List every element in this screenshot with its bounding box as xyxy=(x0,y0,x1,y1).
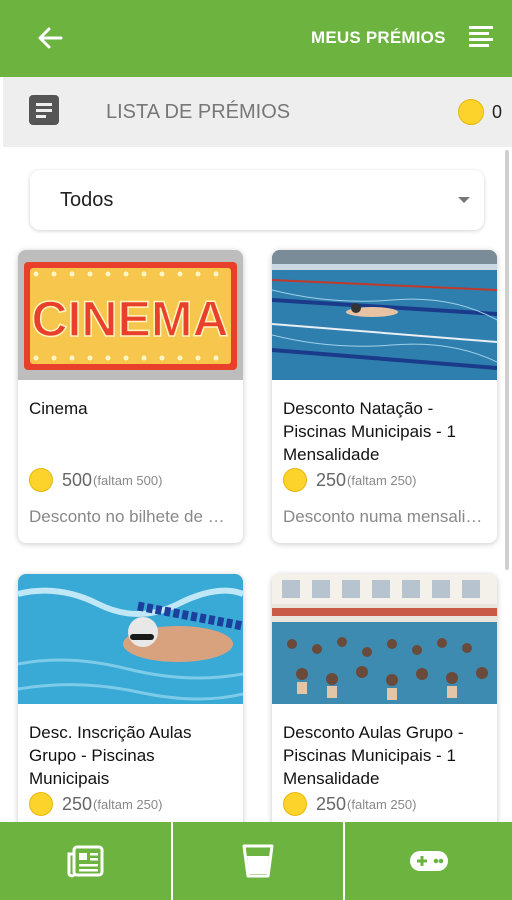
coin-balance: 0 xyxy=(492,102,503,122)
points-missing: (faltam 250) xyxy=(347,472,417,488)
nav-games[interactable] xyxy=(345,822,512,900)
prize-name: Desconto Natação - Piscinas Municipais -… xyxy=(283,399,456,464)
prize-price: 250 (faltam 250) xyxy=(283,792,416,816)
prize-image-cinema: CINEMA xyxy=(18,250,243,380)
coin-icon xyxy=(283,792,307,816)
coin-icon xyxy=(29,792,53,816)
prize-card[interactable]: Desc. Inscrição Aulas Grupo - Piscinas M… xyxy=(18,574,243,822)
prize-price: 500 (faltam 500) xyxy=(29,468,162,492)
nav-cup[interactable] xyxy=(173,822,343,900)
points-missing: (faltam 250) xyxy=(347,796,417,812)
coin-icon xyxy=(283,468,307,492)
prize-image-swimming-pool xyxy=(272,250,497,380)
prize-name: Cinema xyxy=(29,399,88,418)
prize-list-header: LISTA DE PRÉMIOS 0 xyxy=(3,77,512,147)
cup-icon xyxy=(242,844,274,878)
category-filter-value: Todos xyxy=(60,189,114,211)
nav-news[interactable] xyxy=(0,822,171,900)
prize-card[interactable]: Desconto Natação - Piscinas Municipais -… xyxy=(272,250,497,543)
prize-image-group-class xyxy=(272,574,497,704)
arrow-left-icon xyxy=(38,27,63,49)
cinema-sign-text: CINEMA xyxy=(31,291,228,347)
menu-button[interactable] xyxy=(466,22,496,52)
prize-image-swimmer xyxy=(18,574,243,704)
points-missing: (faltam 250) xyxy=(93,796,163,812)
prize-name: Desc. Inscrição Aulas Grupo - Piscinas M… xyxy=(29,723,192,788)
price-value: 250 xyxy=(316,793,347,814)
prize-list[interactable]: Todos CINEMA Cinema 500 (faltam 500) Des… xyxy=(0,147,512,822)
prize-card[interactable]: CINEMA Cinema 500 (faltam 500) Desconto … xyxy=(18,250,243,543)
back-button[interactable] xyxy=(30,20,70,56)
scrollbar[interactable] xyxy=(505,150,509,570)
coin-icon xyxy=(458,99,484,125)
prize-card[interactable]: Desconto Aulas Grupo - Piscinas Municipa… xyxy=(272,574,497,822)
price-value: 250 xyxy=(316,469,347,490)
bottom-navigation xyxy=(0,822,512,900)
page-title: LISTA DE PRÉMIOS xyxy=(106,101,291,123)
prize-price: 250 (faltam 250) xyxy=(29,792,162,816)
price-value: 250 xyxy=(62,793,93,814)
my-prizes-link[interactable]: MEUS PRÉMIOS xyxy=(311,28,446,48)
list-icon xyxy=(29,95,59,125)
prize-name: Desconto Aulas Grupo - Piscinas Municipa… xyxy=(283,723,464,788)
prize-description: Desconto no bilhete de cinema xyxy=(29,507,233,526)
newspaper-icon xyxy=(66,845,103,878)
points-missing: (faltam 500) xyxy=(93,472,163,488)
price-value: 500 xyxy=(62,469,93,490)
chevron-down-icon xyxy=(458,197,470,203)
prize-price: 250 (faltam 250) xyxy=(283,468,416,492)
category-filter-select[interactable]: Todos xyxy=(30,170,484,230)
menu-lines-icon xyxy=(469,26,493,47)
prize-description: Desconto numa mensalidade de natação xyxy=(283,507,487,526)
coin-icon xyxy=(29,468,53,492)
gamepad-icon xyxy=(409,851,448,871)
top-app-bar: MEUS PRÉMIOS xyxy=(0,0,512,77)
